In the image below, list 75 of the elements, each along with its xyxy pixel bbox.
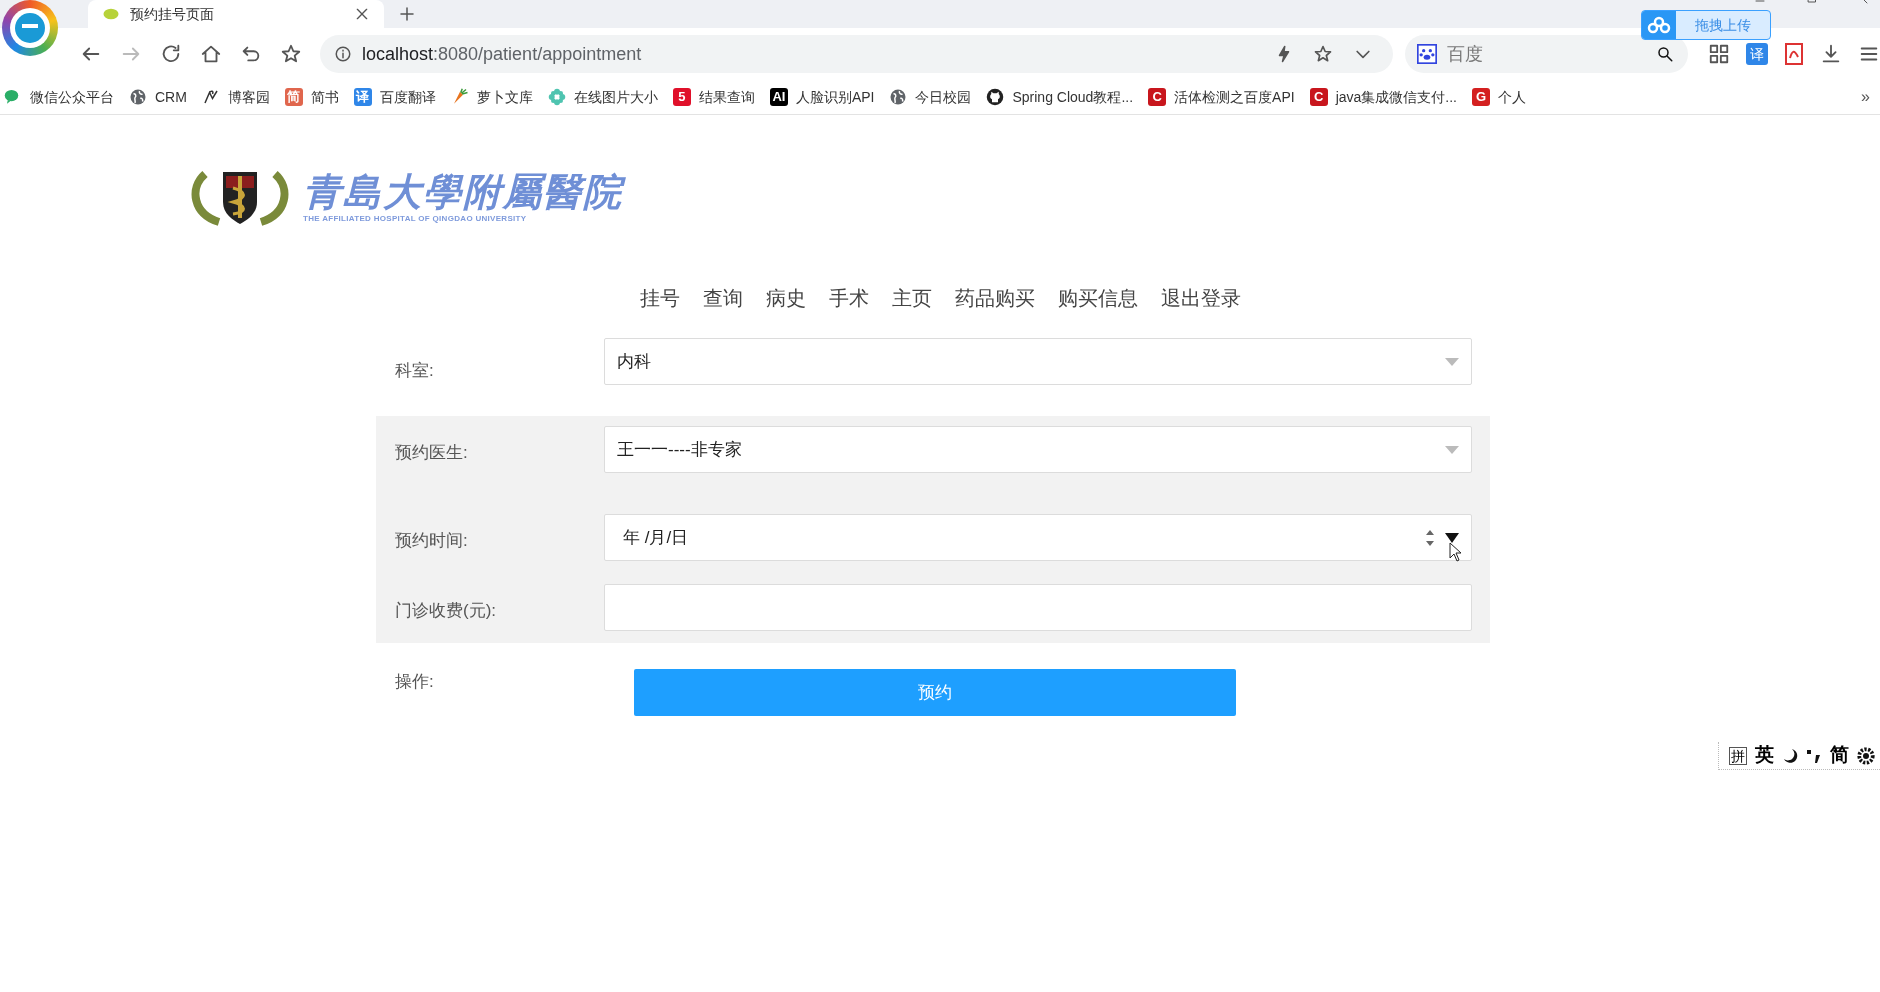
bookmark-item[interactable]: 简 简书	[284, 86, 339, 108]
select-field[interactable]: 王一一----非专家	[604, 426, 1472, 473]
cursor-icon	[1449, 541, 1463, 562]
nav-link[interactable]: 手术	[828, 285, 869, 311]
badge-icon: C	[1148, 88, 1167, 106]
bookmark-item[interactable]: 博客园	[201, 86, 270, 108]
paw-icon	[1417, 44, 1437, 64]
settings-icon[interactable]	[1857, 746, 1875, 765]
bookmark-item[interactable]: G 个人	[1472, 86, 1526, 108]
select-field[interactable]: 内科	[604, 338, 1472, 385]
nav-link[interactable]: 病史	[765, 285, 806, 311]
browser-tab[interactable]: 预约挂号页面	[88, 0, 384, 28]
nav-link[interactable]: 查询	[702, 285, 743, 311]
badge-icon: 简	[284, 88, 303, 106]
bookmark-item[interactable]: 在线图片大小	[547, 86, 658, 108]
input-field[interactable]	[604, 584, 1472, 631]
nav-link[interactable]: 药品购买	[954, 285, 1035, 311]
bookmark-item[interactable]: 萝卜文库	[450, 86, 533, 108]
translate-button[interactable]: 译	[1746, 43, 1768, 65]
url-text: localhost:8080/patient/appointment	[362, 42, 643, 66]
address-bar[interactable]: localhost:8080/patient/appointment	[320, 35, 1393, 73]
bookmark-item[interactable]: 微信公众平台	[4, 86, 114, 108]
bookmark-item[interactable]: 译 百度翻译	[353, 86, 436, 108]
logo-subtitle: THE AFFILIATED HOSPITAL OF QINGDAO UNIVERSITY	[303, 214, 528, 224]
nav-link[interactable]: 购买信息	[1057, 285, 1138, 311]
home-icon[interactable]	[200, 43, 222, 65]
bookmark-item[interactable]: C java集成微信支付...	[1309, 86, 1457, 108]
caret-icon	[1445, 357, 1459, 366]
bookmark-item[interactable]: Spring Cloud教程...	[986, 86, 1134, 108]
field-label: 操作:	[395, 671, 435, 693]
pen-icon	[201, 88, 220, 106]
star-icon[interactable]	[280, 43, 302, 65]
date-field[interactable]: 年 /月/日	[604, 514, 1472, 561]
caret-icon	[1445, 445, 1459, 454]
reload-icon[interactable]	[160, 43, 182, 65]
ime-mode[interactable]: 拼	[1729, 746, 1747, 765]
search-icon[interactable]	[1656, 45, 1674, 63]
pdf-icon[interactable]	[1784, 43, 1804, 65]
globe-icon	[129, 88, 147, 106]
nav-link[interactable]: 退出登录	[1160, 285, 1241, 311]
flower-icon	[547, 88, 566, 106]
close-icon[interactable]	[354, 6, 370, 22]
globe-icon	[889, 88, 908, 106]
bookmark-item[interactable]: CRM	[129, 86, 187, 108]
bookmark-item[interactable]: 今日校园	[889, 86, 972, 108]
ime-toggle[interactable]: 简	[1830, 741, 1849, 770]
field-label: 门诊收费(元):	[395, 600, 498, 622]
ime-toggle[interactable]: 英	[1755, 741, 1774, 770]
badge-icon: G	[1472, 88, 1490, 106]
badge-icon: 译	[353, 88, 372, 106]
tab-title: 预约挂号页面	[130, 4, 215, 24]
cloud-icon	[1647, 15, 1671, 35]
download-icon[interactable]	[1820, 43, 1842, 65]
cat-silhouette-icon	[986, 88, 1005, 106]
nav-link[interactable]: 主页	[891, 285, 932, 311]
search-field[interactable]: 百度	[1405, 35, 1688, 73]
leaf-icon	[102, 6, 120, 22]
badge-icon: AI	[769, 88, 788, 106]
bookmark-item[interactable]: AI 人脸识别API	[769, 86, 875, 108]
badge-icon: 5	[672, 88, 691, 106]
field-label: 科室:	[395, 360, 435, 382]
field-label: 预约医生:	[395, 442, 469, 464]
browser-logo[interactable]	[2, 0, 58, 56]
star-icon[interactable]	[1313, 44, 1333, 64]
nav-link[interactable]: 挂号	[639, 285, 680, 311]
more-bookmarks[interactable]: »	[1861, 85, 1870, 109]
moon-icon[interactable]	[1782, 746, 1798, 765]
dropdown-icon[interactable]	[1445, 531, 1459, 544]
plus-icon[interactable]	[398, 5, 416, 23]
info-icon[interactable]	[334, 45, 352, 63]
bookmark-item[interactable]: C 活体检测之百度API	[1148, 86, 1295, 108]
grid-icon[interactable]	[1708, 43, 1730, 65]
field-label: 预约时间:	[395, 530, 469, 552]
bookmark-item[interactable]: 5 结果查询	[672, 86, 755, 108]
badge-icon: C	[1309, 88, 1328, 106]
